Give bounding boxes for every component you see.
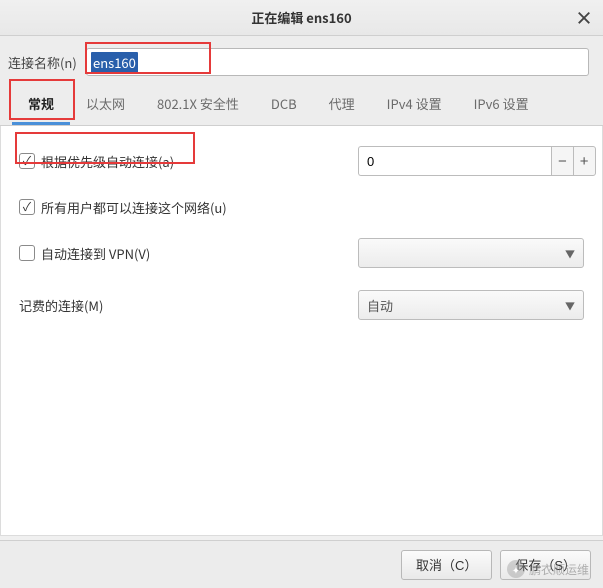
tab-dcb[interactable]: DCB (255, 84, 313, 125)
all-users-checkbox[interactable] (19, 199, 35, 215)
chevron-down-icon: ▼ (565, 298, 575, 313)
all-users-label: 所有用户都可以连接这个网络(u) (41, 198, 227, 217)
tab-proxy[interactable]: 代理 (313, 84, 371, 125)
vpn-combo[interactable]: ▼ (358, 238, 584, 268)
connection-name-value: ens160 (91, 52, 138, 73)
connection-name-input[interactable]: ens160 (86, 48, 589, 76)
tab-ipv6[interactable]: IPv6 设置 (458, 84, 545, 125)
window-title: 正在编辑 ens160 (251, 8, 351, 27)
row-all-users: 所有用户都可以连接这个网络(u) (19, 192, 584, 222)
row-metered: 记费的连接(M) 自动 ▼ (19, 290, 584, 320)
tab-bar: 常规 以太网 802.1X 安全性 DCB 代理 IPv4 设置 IPv6 设置 (0, 86, 603, 126)
metered-combo[interactable]: 自动 ▼ (358, 290, 584, 320)
priority-input[interactable] (358, 146, 551, 176)
auto-connect-checkbox[interactable] (19, 153, 35, 169)
vpn-label: 自动连接到 VPN(V) (41, 244, 150, 263)
metered-combo-value: 自动 (367, 296, 393, 315)
tab-ipv4[interactable]: IPv4 设置 (371, 84, 458, 125)
close-icon[interactable]: × (575, 0, 593, 36)
row-vpn: 自动连接到 VPN(V) ▼ (19, 238, 584, 268)
cancel-button[interactable]: 取消（C） (401, 550, 492, 580)
connection-name-label: 连接名称(n) (8, 53, 86, 72)
tab-content-general: 根据优先级自动连接(a) − + 所有用户都可以连接这个网络(u) 自动连接到 … (0, 126, 603, 536)
dialog-footer: 取消（C） 保存（S） (0, 540, 603, 588)
tab-general[interactable]: 常规 (12, 84, 70, 125)
connection-name-row: 连接名称(n) ens160 (0, 36, 603, 86)
priority-increment[interactable]: + (573, 146, 596, 176)
tab-security[interactable]: 802.1X 安全性 (141, 84, 255, 125)
chevron-down-icon: ▼ (565, 246, 575, 261)
save-button[interactable]: 保存（S） (500, 550, 591, 580)
tab-ethernet[interactable]: 以太网 (70, 84, 141, 125)
row-auto-connect: 根据优先级自动连接(a) − + (19, 146, 584, 176)
titlebar: 正在编辑 ens160 × (0, 0, 603, 36)
metered-label: 记费的连接(M) (19, 296, 103, 315)
auto-connect-label: 根据优先级自动连接(a) (41, 152, 174, 171)
priority-decrement[interactable]: − (551, 146, 573, 176)
vpn-checkbox[interactable] (19, 245, 35, 261)
priority-spinner: − + (358, 146, 584, 176)
